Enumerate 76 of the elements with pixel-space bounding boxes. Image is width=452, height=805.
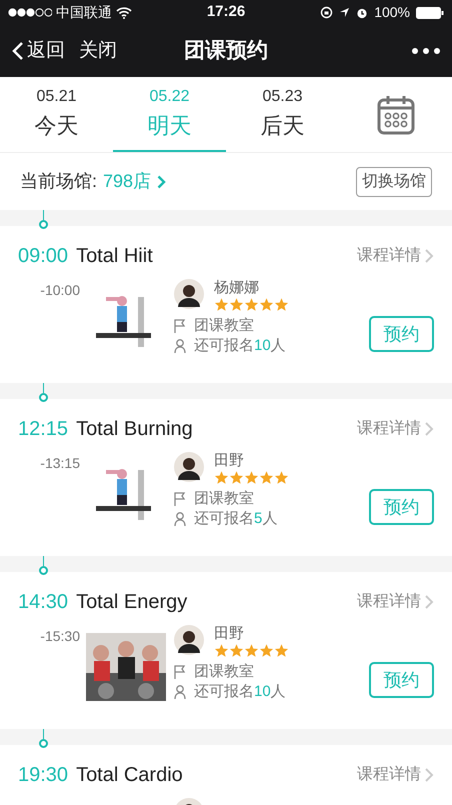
chevron-left-icon [12,41,24,61]
venue-label: 当前场馆: [20,170,98,193]
end-time: -13:15 [40,455,80,471]
avatar [174,279,204,309]
details-link[interactable]: 课程详情 [357,590,434,614]
date-tab[interactable]: 05.21 今天 [0,77,113,152]
star-icon [214,470,229,485]
flag-icon [174,319,186,333]
avatar [174,625,204,655]
avatar [174,452,204,482]
room-name: 团课教室 [194,316,254,336]
class-title: Total Cardio [76,763,183,788]
star-icon [229,470,244,485]
chevron-right-icon [425,422,434,436]
details-link[interactable]: 课程详情 [357,244,434,268]
battery-percent: 100% [374,3,410,22]
flag-icon [174,665,186,679]
chevron-right-icon [425,249,434,263]
start-time: 09:00 [18,244,68,269]
start-time: 14:30 [18,590,68,615]
end-time: -15:30 [40,628,80,644]
calendar-icon[interactable] [376,94,414,134]
details-link[interactable]: 课程详情 [357,417,434,441]
clock-time: 17:26 [206,2,246,22]
flag-icon [174,492,186,506]
switch-venue-button[interactable]: 切换场馆 [356,166,432,196]
star-icon [274,470,289,485]
room-name: 团课教室 [194,662,254,682]
more-icon[interactable] [412,48,440,54]
star-icon [259,470,274,485]
coach-name: 田野 [214,625,245,643]
star-icon [229,643,244,658]
start-time: 12:15 [18,417,68,442]
star-icon [259,297,274,312]
chevron-right-icon [425,595,434,609]
carrier-name: 中国联通 [56,3,112,22]
end-time: -10:00 [40,282,80,298]
alarm-icon [356,6,368,18]
spots-left: 还可报名 10人 [194,682,286,702]
star-icon [274,297,289,312]
star-icon [214,643,229,658]
battery-icon [416,6,444,18]
coach-name: 田野 [214,452,245,470]
chevron-right-icon [157,174,166,188]
star-icon [259,643,274,658]
coach-name: 杨娜娜 [214,279,260,297]
star-icon [244,297,259,312]
date-tab[interactable]: 05.23 后天 [226,77,339,152]
class-title: Total Energy [76,590,188,615]
person-icon [174,685,186,699]
person-icon [174,512,186,526]
chevron-right-icon [425,768,434,782]
star-icon [214,297,229,312]
class-title: Total Hiit [76,244,153,269]
star-icon [244,470,259,485]
spots-left: 还可报名 10人 [194,336,286,356]
spots-left: 还可报名5人 [194,509,278,529]
book-button[interactable]: 预约 [369,489,434,525]
close-link[interactable]: 关闭 [79,36,117,66]
signal-icon [8,8,52,17]
venue-link[interactable]: 798店 [103,168,166,195]
location-arrow-icon [339,7,350,18]
details-link[interactable]: 课程详情 [357,763,434,787]
person-icon [174,339,186,353]
book-button[interactable]: 预约 [369,662,434,698]
start-time: 19:30 [18,763,68,788]
star-icon [244,643,259,658]
star-icon [229,297,244,312]
book-button[interactable]: 预约 [369,316,434,352]
rotation-lock-icon [320,6,334,19]
back-link[interactable]: 返回 [12,36,65,66]
class-title: Total Burning [76,417,193,442]
star-icon [274,643,289,658]
wifi-icon [116,6,132,18]
page-title: 团课预约 [184,38,268,64]
room-name: 团课教室 [194,489,254,509]
